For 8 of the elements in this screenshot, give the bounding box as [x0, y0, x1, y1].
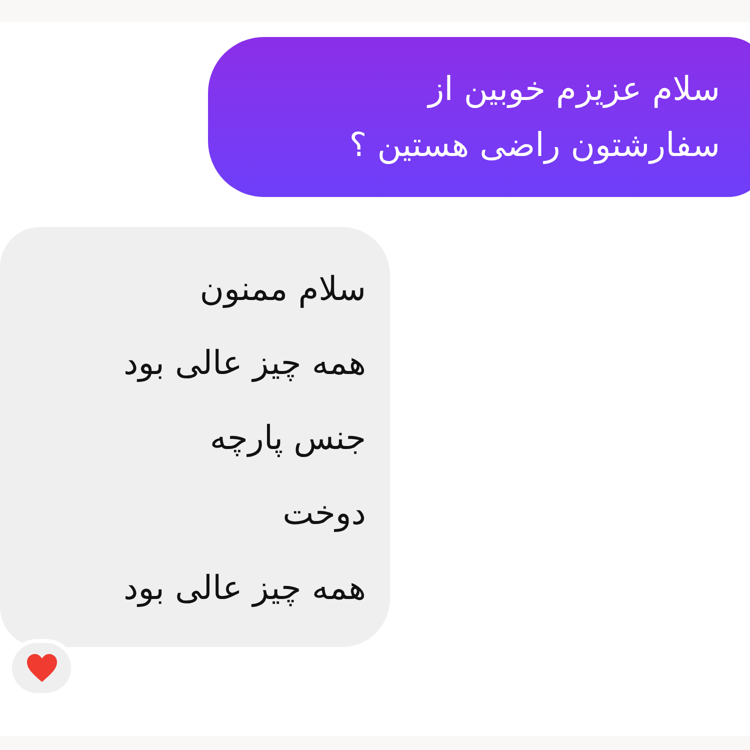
- message-text: همه چیز عالی بود: [124, 342, 366, 384]
- heart-icon: [24, 652, 58, 684]
- message-text: دوخت: [282, 492, 366, 534]
- message-text: سفارشتون راضی هستین ؟: [349, 124, 720, 166]
- message-text: سلام ممنون: [200, 268, 366, 310]
- message-text: سلام عزیزم خوبین از: [428, 68, 720, 110]
- message-text: جنس پارچه: [210, 417, 366, 460]
- message-text: همه چیز عالی بود: [124, 566, 366, 609]
